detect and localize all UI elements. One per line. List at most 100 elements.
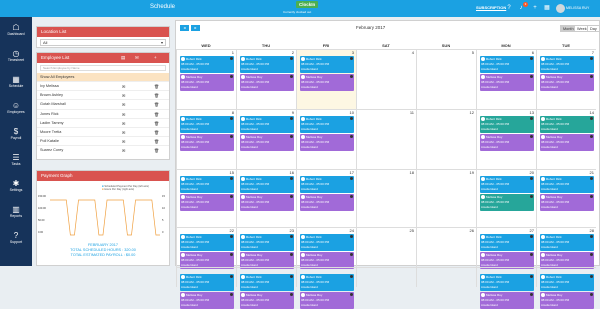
calendar-day-cell[interactable]: 15 Robert Rick 08:00 AM - 05:00 PM Amelia I… — [176, 169, 236, 227]
shift-block[interactable]: Robert Rick 08:00 AM - 05:00 PM Amelia Isl… — [300, 234, 354, 251]
add-employee-icon[interactable]: + — [154, 53, 157, 63]
calendar-day-cell[interactable]: 19 — [416, 169, 476, 227]
shift-block[interactable]: Robert Rick 08:00 AM - 05:00 PM Amelia Isl… — [180, 116, 234, 133]
shift-block[interactable]: Melissa Ruy 08:00 AM - 05:00 PM Amelia Isl… — [540, 292, 594, 309]
shift-block[interactable]: Robert Rick 08:00 AM - 05:00 PM Amelia Isl… — [240, 176, 294, 193]
shift-block[interactable]: Robert Rick 08:00 AM - 05:00 PM Amelia Isl… — [180, 176, 234, 193]
shift-block[interactable]: Melissa Ruy 08:00 AM - 05:00 PM Amelia Isl… — [480, 134, 534, 151]
mail-icon[interactable]: ✉ — [135, 53, 139, 63]
shift-block[interactable]: Melissa Ruy 08:00 AM - 05:00 PM Amelia Isl… — [180, 194, 234, 211]
calendar-day-cell[interactable]: 21 Robert Rick 08:00 AM - 05:00 PM Amelia I… — [536, 169, 596, 227]
message-icon[interactable]: ✉ — [122, 146, 125, 155]
calendar-day-cell[interactable]: 4 — [356, 49, 416, 109]
calendar-day-cell[interactable]: 16 Robert Rick 08:00 AM - 05:00 PM Amelia I… — [236, 169, 296, 227]
calendar-day-cell[interactable]: 26 — [416, 227, 476, 267]
print-icon[interactable]: ▤ — [121, 53, 125, 63]
calendar-day-cell[interactable]: 12 — [416, 109, 476, 169]
sidebar-item-tasks[interactable]: ☰ Tasks — [0, 153, 32, 166]
shift-block[interactable]: Melissa Ruy 08:00 AM - 05:00 PM Amelia Isl… — [300, 194, 354, 211]
calendar-day-cell[interactable]: 27 Robert Rick 08:00 AM - 05:00 PM Amelia I… — [476, 227, 536, 269]
shift-block[interactable]: Robert Rick 08:00 AM - 05:00 PM Amelia Isl… — [480, 116, 534, 133]
calendar-day-cell[interactable]: 18 — [356, 169, 416, 227]
sidebar-item-timesheet[interactable]: ◷ Timesheet — [0, 49, 32, 62]
prev-month-button[interactable]: ◂ — [180, 25, 189, 31]
calendar-day-cell[interactable]: Robert Rick 08:00 AM - 05:00 PM Amelia Isl… — [236, 267, 296, 309]
sidebar-item-dashboard[interactable]: ☖ Dashboard — [0, 23, 32, 36]
employee-row[interactable]: Poll Katalie ✉ 🗑 — [37, 136, 169, 145]
shift-block[interactable]: Melissa Ruy 08:00 AM - 05:00 PM Amelia Isl… — [240, 292, 294, 309]
shift-block[interactable]: Robert Rick 08:00 AM - 05:00 PM Amelia Isl… — [300, 116, 354, 133]
calendar-day-cell[interactable]: 10 Robert Rick 08:00 AM - 05:00 PM Amelia I… — [296, 109, 356, 169]
sidebar-item-support[interactable]: ? Support — [0, 231, 32, 244]
employee-row[interactable]: Brown Ashley ✉ 🗑 — [37, 90, 169, 99]
shift-block[interactable]: Melissa Ruy 08:00 AM - 05:00 PM Amelia Isl… — [180, 134, 234, 151]
shift-block[interactable]: Melissa Ruy 08:00 AM - 05:00 PM Amelia Isl… — [180, 74, 234, 91]
calendar-day-cell[interactable]: 2 Robert Rick 08:00 AM - 05:00 PM Amelia Is… — [236, 49, 296, 109]
shift-block[interactable]: Melissa Ruy 08:00 AM - 05:00 PM Amelia Isl… — [300, 74, 354, 91]
sidebar-item-schedule[interactable]: ▦ Schedule — [0, 75, 32, 88]
shift-block[interactable]: Robert Rick 08:00 AM - 05:00 PM Amelia Isl… — [480, 176, 534, 193]
show-all-employees[interactable]: Show All Employees — [37, 73, 169, 81]
subscription-link[interactable]: SUBSCRIPTION — [476, 5, 506, 10]
employee-row[interactable]: Moore Tretia ✉ 🗑 — [37, 126, 169, 136]
shift-block[interactable]: Robert Rick 08:00 AM - 05:00 PM Amelia Isl… — [480, 274, 534, 291]
shift-block[interactable]: Robert Rick 08:00 AM - 05:00 PM Amelia Isl… — [240, 56, 294, 73]
calendar-day-cell[interactable]: 9 Robert Rick 08:00 AM - 05:00 PM Amelia Is… — [236, 109, 296, 169]
shift-block[interactable]: Robert Rick 08:00 AM - 05:00 PM Amelia Isl… — [540, 274, 594, 291]
avatar[interactable] — [556, 4, 565, 13]
shift-block[interactable]: Robert Rick 08:00 AM - 05:00 PM Amelia Isl… — [240, 116, 294, 133]
shift-block[interactable]: Robert Rick 08:00 AM - 05:00 PM Amelia Isl… — [540, 56, 594, 73]
shift-block[interactable]: Robert Rick 08:00 AM - 05:00 PM Amelia Isl… — [300, 56, 354, 73]
shift-block[interactable]: Robert Rick 08:00 AM - 05:00 PM Amelia Isl… — [540, 234, 594, 251]
calendar-day-cell[interactable]: Robert Rick 08:00 AM - 05:00 PM Amelia Isl… — [476, 267, 536, 309]
employee-row[interactable]: Jones Rick ✉ 🗑 — [37, 108, 169, 118]
employee-search-input[interactable]: Search Employee by Name — [40, 65, 166, 71]
calendar-day-cell[interactable]: 5 — [416, 49, 476, 109]
calendar-day-cell[interactable]: 22 Robert Rick 08:00 AM - 05:00 PM Amelia I… — [176, 227, 236, 269]
calendar-day-cell[interactable]: 11 — [356, 109, 416, 169]
shift-block[interactable]: Robert Rick 08:00 AM - 05:00 PM Amelia Isl… — [300, 176, 354, 193]
calendar-day-cell[interactable]: 20 Robert Rick 08:00 AM - 05:00 PM Amelia I… — [476, 169, 536, 227]
employee-row[interactable]: Suarez Corey ✉ 🗑 — [37, 145, 169, 154]
grid-icon[interactable]: ▦ — [543, 4, 551, 12]
help-icon[interactable]: ? — [505, 4, 513, 12]
shift-block[interactable]: Melissa Ruy 08:00 AM - 05:00 PM Amelia Isl… — [300, 134, 354, 151]
user-menu[interactable]: MELISSA RUY — [566, 6, 589, 10]
calendar-day-cell[interactable]: 8 Robert Rick 08:00 AM - 05:00 PM Amelia Is… — [176, 109, 236, 169]
shift-block[interactable]: Robert Rick 08:00 AM - 05:00 PM Amelia Isl… — [180, 56, 234, 73]
sidebar-item-reports[interactable]: ▥ Reports — [0, 205, 32, 218]
sidebar-item-settings[interactable]: ✱ Settings — [0, 179, 32, 192]
shift-block[interactable]: Robert Rick 08:00 AM - 05:00 PM Amelia Isl… — [240, 234, 294, 251]
shift-block[interactable]: Melissa Ruy 08:00 AM - 05:00 PM Amelia Isl… — [300, 292, 354, 309]
shift-block[interactable]: Robert Rick 08:00 AM - 05:00 PM Amelia Isl… — [180, 274, 234, 291]
shift-block[interactable]: Robert Rick 08:00 AM - 05:00 PM Amelia Isl… — [540, 176, 594, 193]
calendar-day-cell[interactable]: 6 Robert Rick 08:00 AM - 05:00 PM Amelia Is… — [476, 49, 536, 109]
sidebar-item-employees[interactable]: ☺ Employees — [0, 101, 32, 114]
calendar-day-cell[interactable]: 24 Robert Rick 08:00 AM - 05:00 PM Amelia I… — [296, 227, 356, 269]
calendar-day-cell[interactable]: Robert Rick 08:00 AM - 05:00 PM Amelia Isl… — [536, 267, 596, 309]
shift-block[interactable]: Melissa Ruy 08:00 AM - 05:00 PM Amelia Isl… — [180, 292, 234, 309]
shift-block[interactable]: Robert Rick 08:00 AM - 05:00 PM Amelia Isl… — [480, 234, 534, 251]
calendar-day-cell[interactable]: Robert Rick 08:00 AM - 05:00 PM Amelia Isl… — [176, 267, 236, 309]
calendar-day-cell[interactable]: 23 Robert Rick 08:00 AM - 05:00 PM Amelia I… — [236, 227, 296, 269]
shift-block[interactable]: Melissa Ruy 08:00 AM - 05:00 PM Amelia Isl… — [480, 74, 534, 91]
calendar-day-cell[interactable] — [356, 267, 416, 287]
employee-row[interactable]: Ivy Melissa ✉ 🗑 — [37, 81, 169, 90]
shift-block[interactable]: Melissa Ruy 08:00 AM - 05:00 PM Amelia Isl… — [540, 134, 594, 151]
shift-block[interactable]: Robert Rick 08:00 AM - 05:00 PM Amelia Isl… — [480, 56, 534, 73]
calendar-day-cell[interactable]: 3 Robert Rick 08:00 AM - 05:00 PM Amelia Is… — [296, 49, 356, 109]
shift-block[interactable]: Melissa Ruy 08:00 AM - 05:00 PM Amelia Isl… — [240, 74, 294, 91]
trash-icon[interactable]: 🗑 — [154, 146, 159, 155]
calendar-day-cell[interactable]: 7 Robert Rick 08:00 AM - 05:00 PM Amelia Is… — [536, 49, 596, 109]
shift-block[interactable]: Robert Rick 08:00 AM - 05:00 PM Amelia Isl… — [300, 274, 354, 291]
calendar-day-cell[interactable]: 17 Robert Rick 08:00 AM - 05:00 PM Amelia I… — [296, 169, 356, 227]
sidebar-item-payroll[interactable]: $ Payroll — [0, 127, 32, 140]
shift-block[interactable]: Melissa Ruy 08:00 AM - 05:00 PM Amelia Isl… — [480, 194, 534, 211]
calendar-day-cell[interactable]: 14 Robert Rick 08:00 AM - 05:00 PM Amelia I… — [536, 109, 596, 169]
calendar-day-cell[interactable]: 28 Robert Rick 08:00 AM - 05:00 PM Amelia I… — [536, 227, 596, 269]
next-month-button[interactable]: ▸ — [191, 25, 200, 31]
calendar-day-cell[interactable]: 13 Robert Rick 08:00 AM - 05:00 PM Amelia I… — [476, 109, 536, 169]
shift-block[interactable]: Robert Rick 08:00 AM - 05:00 PM Amelia Isl… — [540, 116, 594, 133]
employee-row[interactable]: Ladim Tammy ✉ 🗑 — [37, 117, 169, 127]
shift-block[interactable]: Robert Rick 08:00 AM - 05:00 PM Amelia Isl… — [180, 234, 234, 251]
